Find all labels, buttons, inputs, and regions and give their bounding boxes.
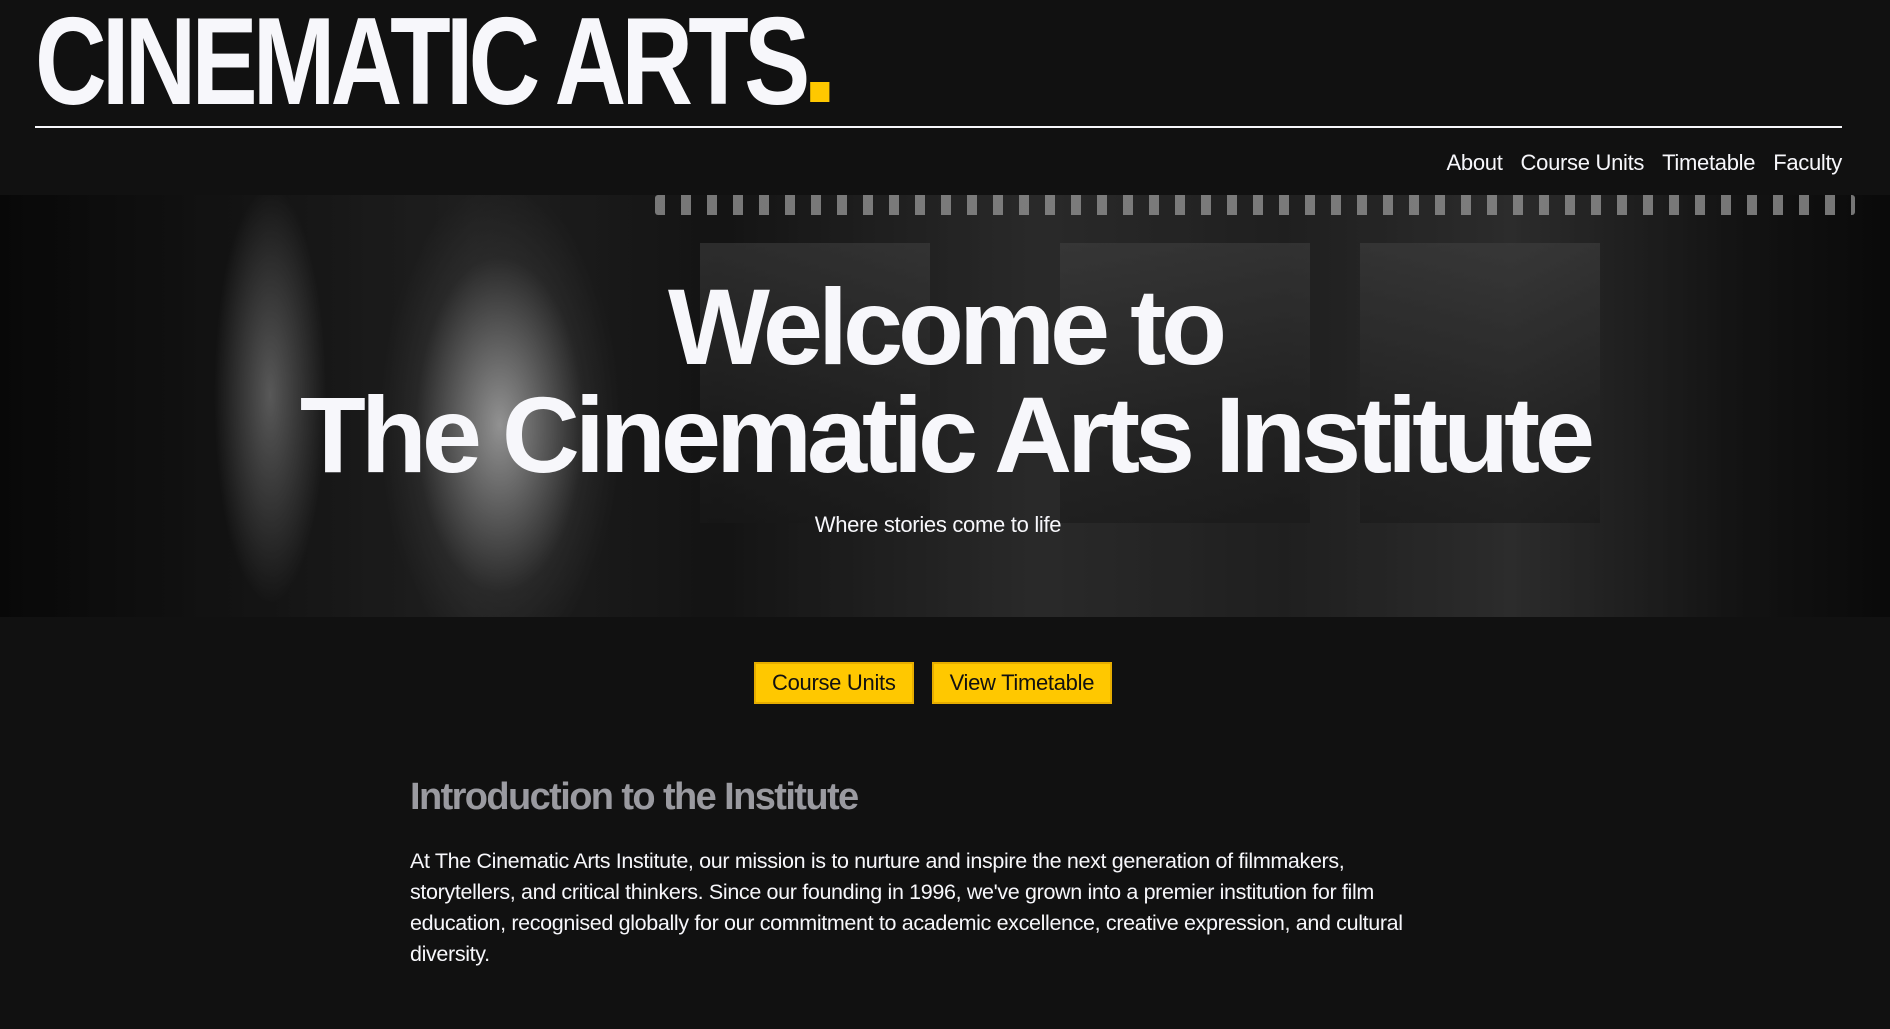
- hero-banner: Welcome to The Cinematic Arts Institute …: [0, 195, 1890, 617]
- course-units-button[interactable]: Course Units: [754, 662, 914, 704]
- intro-heading: Introduction to the Institute: [410, 776, 859, 818]
- cta-buttons: Course Units View Timetable: [754, 662, 1113, 704]
- logo-accent-square: [810, 82, 830, 102]
- view-timetable-button[interactable]: View Timetable: [931, 662, 1113, 704]
- hero-title-line-2: The Cinematic Arts Institute: [299, 374, 1595, 495]
- site-logo[interactable]: CINEMATIC ARTS: [35, 0, 830, 124]
- nav-course-units[interactable]: Course Units: [1521, 148, 1645, 178]
- intro-section: Introduction to the Institute At The Cin…: [410, 772, 1450, 970]
- hero-title: Welcome to The Cinematic Arts Institute: [0, 273, 1890, 489]
- nav-timetable[interactable]: Timetable: [1662, 148, 1755, 178]
- hero-title-line-1: Welcome to: [667, 266, 1227, 387]
- main-nav: About Course Units Timetable Faculty: [1447, 148, 1843, 178]
- site-header: CINEMATIC ARTS About Course Units Timeta…: [35, 0, 1842, 196]
- header-divider: [35, 126, 1842, 128]
- intro-body: At The Cinematic Arts Institute, our mis…: [410, 849, 1403, 966]
- nav-faculty[interactable]: Faculty: [1773, 148, 1842, 178]
- nav-about[interactable]: About: [1447, 148, 1503, 178]
- logo-text: CINEMATIC ARTS: [35, 0, 810, 131]
- hero-subtitle: Where stories come to life: [814, 512, 1062, 537]
